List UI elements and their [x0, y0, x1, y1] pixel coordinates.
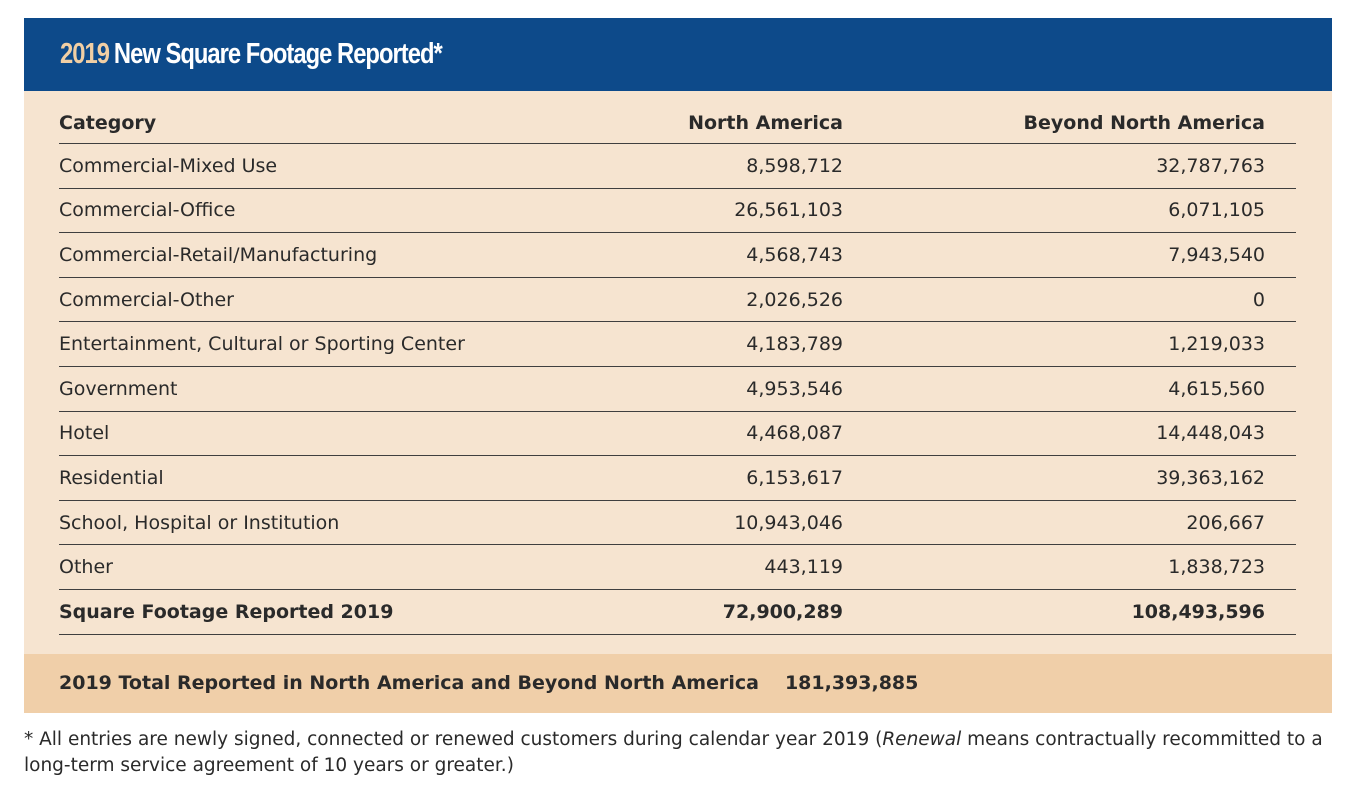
north-america-cell: 4,953,546 — [619, 366, 843, 412]
table-header-bar: 2019 New Square Footage Reported* — [24, 18, 1332, 91]
table-row: Commercial-Mixed Use 8,598,712 32,787,76… — [59, 143, 1296, 189]
table-row: Government 4,953,546 4,615,560 — [59, 366, 1296, 412]
table-row: Hotel 4,468,087 14,448,043 — [59, 411, 1296, 457]
grand-total-label: 2019 Total Reported in North America and… — [59, 672, 759, 695]
total-row: Square Footage Reported 2019 72,900,289 … — [59, 589, 1296, 635]
table-row: Commercial-Retail/Manufacturing 4,568,74… — [59, 232, 1296, 278]
column-header-row: Category North America Beyond North Amer… — [59, 103, 1296, 144]
table-title: 2019 New Square Footage Reported* — [60, 38, 443, 71]
column-header-north-america: North America — [619, 103, 843, 144]
table-row: Entertainment, Cultural or Sporting Cent… — [59, 321, 1296, 367]
beyond-north-america-cell: 32,787,763 — [843, 143, 1296, 189]
footage-table-card: 2019 New Square Footage Reported* Categor… — [24, 18, 1332, 713]
title-text: New Square Footage Reported* — [113, 38, 443, 70]
square-footage-table: Category North America Beyond North Amer… — [59, 103, 1296, 635]
total-label: Square Footage Reported 2019 — [59, 589, 619, 635]
title-year: 2019 — [60, 38, 110, 70]
north-america-cell: 2,026,526 — [619, 277, 843, 323]
category-cell: Commercial-Other — [59, 277, 619, 323]
beyond-north-america-cell: 6,071,105 — [843, 188, 1296, 234]
table-row: School, Hospital or Institution 10,943,0… — [59, 500, 1296, 546]
category-cell: Residential — [59, 455, 619, 501]
footnote-emphasis: Renewal — [882, 729, 962, 750]
grand-total-value: 181,393,885 — [784, 672, 919, 695]
beyond-north-america-cell: 14,448,043 — [843, 411, 1296, 457]
north-america-cell: 443,119 — [619, 544, 843, 590]
table-row: Other 443,119 1,838,723 — [59, 544, 1296, 590]
category-cell: School, Hospital or Institution — [59, 500, 619, 546]
north-america-cell: 8,598,712 — [619, 143, 843, 189]
beyond-north-america-cell: 206,667 — [843, 500, 1296, 546]
beyond-north-america-cell: 1,838,723 — [843, 544, 1296, 590]
category-cell: Government — [59, 366, 619, 412]
beyond-north-america-cell: 39,363,162 — [843, 455, 1296, 501]
north-america-cell: 10,943,046 — [619, 500, 843, 546]
total-north-america: 72,900,289 — [619, 589, 843, 635]
north-america-cell: 4,568,743 — [619, 232, 843, 278]
grand-total-bar: 2019 Total Reported in North America and… — [24, 653, 1332, 713]
total-beyond-north-america: 108,493,596 — [843, 589, 1296, 635]
table-body-panel: Category North America Beyond North Amer… — [24, 91, 1332, 654]
table-row: Residential 6,153,617 39,363,162 — [59, 455, 1296, 501]
north-america-cell: 4,183,789 — [619, 321, 843, 367]
footnote-prefix: * All entries are newly signed, connecte… — [24, 729, 883, 750]
column-header-beyond-north-america: Beyond North America — [843, 103, 1296, 144]
category-cell: Entertainment, Cultural or Sporting Cent… — [59, 321, 619, 367]
category-cell: Other — [59, 544, 619, 590]
north-america-cell: 6,153,617 — [619, 455, 843, 501]
category-cell: Hotel — [59, 411, 619, 457]
beyond-north-america-cell: 4,615,560 — [843, 366, 1296, 412]
beyond-north-america-cell: 7,943,540 — [843, 232, 1296, 278]
category-cell: Commercial-Office — [59, 188, 619, 234]
footnote: * All entries are newly signed, connecte… — [24, 727, 1334, 779]
north-america-cell: 26,561,103 — [619, 188, 843, 234]
category-cell: Commercial-Retail/Manufacturing — [59, 232, 619, 278]
beyond-north-america-cell: 1,219,033 — [843, 321, 1296, 367]
table-row: Commercial-Office 26,561,103 6,071,105 — [59, 188, 1296, 234]
table-row: Commercial-Other 2,026,526 0 — [59, 277, 1296, 323]
north-america-cell: 4,468,087 — [619, 411, 843, 457]
column-header-category: Category — [59, 103, 619, 144]
beyond-north-america-cell: 0 — [843, 277, 1296, 323]
category-cell: Commercial-Mixed Use — [59, 143, 619, 189]
